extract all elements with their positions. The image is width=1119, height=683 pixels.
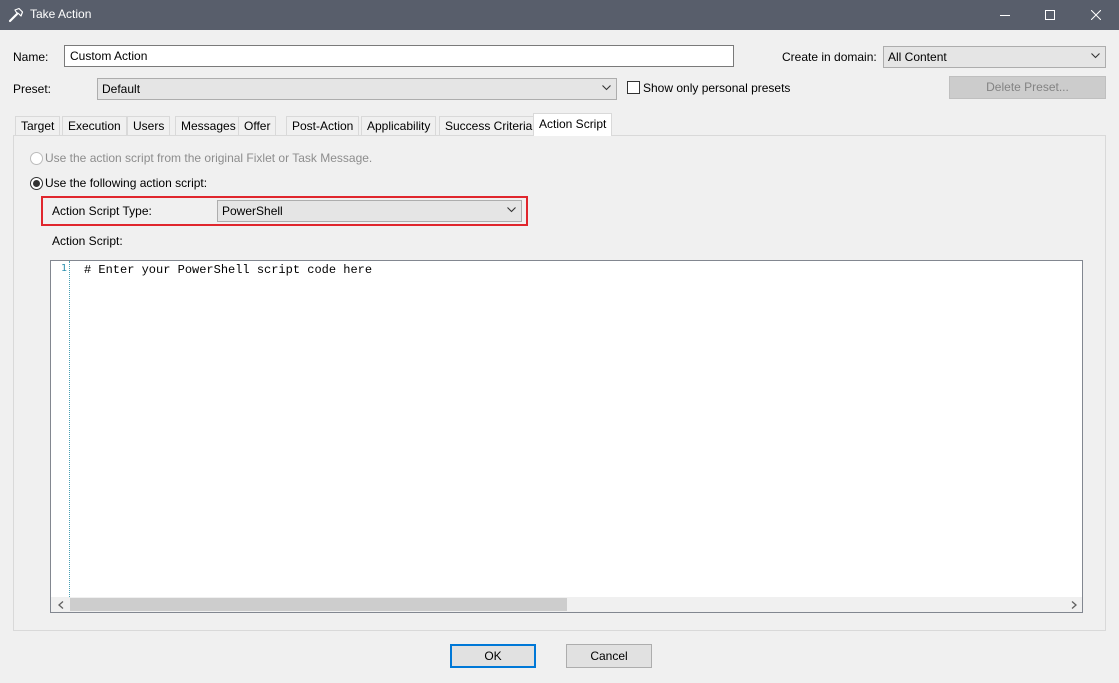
ok-button[interactable]: OK bbox=[450, 644, 536, 668]
minimize-button[interactable] bbox=[982, 0, 1028, 30]
name-label: Name: bbox=[13, 50, 49, 64]
window-title: Take Action bbox=[30, 7, 92, 21]
horizontal-scrollbar[interactable] bbox=[51, 597, 1082, 612]
minimize-icon bbox=[1000, 15, 1010, 16]
script-type-label: Action Script Type: bbox=[52, 204, 152, 218]
close-button[interactable] bbox=[1073, 0, 1119, 30]
close-icon bbox=[1091, 10, 1101, 20]
delete-preset-button[interactable]: Delete Preset... bbox=[949, 76, 1106, 99]
radio-following-script-label: Use the following action script: bbox=[45, 176, 208, 190]
preset-select-value: Default bbox=[102, 82, 141, 96]
maximize-button[interactable] bbox=[1027, 0, 1073, 30]
script-type-select[interactable]: PowerShell bbox=[217, 200, 522, 222]
domain-select[interactable]: All Content bbox=[883, 46, 1106, 68]
chevron-down-icon bbox=[602, 85, 611, 91]
tab-post-action[interactable]: Post-Action bbox=[286, 116, 360, 135]
scroll-right-arrow-icon[interactable] bbox=[1065, 597, 1082, 612]
chevron-down-icon bbox=[1091, 53, 1100, 59]
script-type-select-value: PowerShell bbox=[222, 204, 283, 218]
tab-offer[interactable]: Offer bbox=[238, 116, 277, 135]
radio-original-script-label: Use the action script from the original … bbox=[45, 151, 373, 165]
domain-select-value: All Content bbox=[888, 50, 947, 64]
name-input[interactable]: Custom Action bbox=[64, 45, 734, 67]
tab-applicability[interactable]: Applicability bbox=[361, 116, 437, 135]
cancel-button[interactable]: Cancel bbox=[566, 644, 652, 668]
hammer-icon bbox=[8, 7, 24, 23]
personal-presets-label: Show only personal presets bbox=[643, 81, 791, 95]
line-number: 1 bbox=[60, 263, 67, 274]
personal-presets-checkbox[interactable] bbox=[627, 81, 640, 94]
radio-following-script[interactable] bbox=[30, 177, 43, 190]
code-line: # Enter your PowerShell script code here bbox=[84, 263, 373, 277]
chevron-down-icon bbox=[507, 207, 516, 213]
maximize-icon bbox=[1045, 10, 1055, 20]
radio-original-script[interactable] bbox=[30, 152, 43, 165]
line-number-gutter: 1 bbox=[51, 261, 70, 597]
tab-target[interactable]: Target bbox=[15, 116, 61, 135]
preset-label: Preset: bbox=[13, 82, 52, 96]
scrollbar-thumb[interactable] bbox=[70, 598, 567, 611]
title-bar: Take Action bbox=[0, 0, 1119, 30]
scroll-left-arrow-icon[interactable] bbox=[52, 597, 69, 612]
domain-label: Create in domain: bbox=[782, 50, 877, 64]
tab-action-script[interactable]: Action Script bbox=[533, 113, 613, 136]
tab-messages[interactable]: Messages bbox=[175, 116, 242, 135]
script-editor[interactable]: 1 # Enter your PowerShell script code he… bbox=[50, 260, 1083, 613]
tab-success-criteria[interactable]: Success Criteria bbox=[439, 116, 539, 135]
preset-select[interactable]: Default bbox=[97, 78, 617, 100]
tab-users[interactable]: Users bbox=[127, 116, 171, 135]
tab-execution[interactable]: Execution bbox=[62, 116, 127, 135]
script-label: Action Script: bbox=[52, 234, 123, 248]
